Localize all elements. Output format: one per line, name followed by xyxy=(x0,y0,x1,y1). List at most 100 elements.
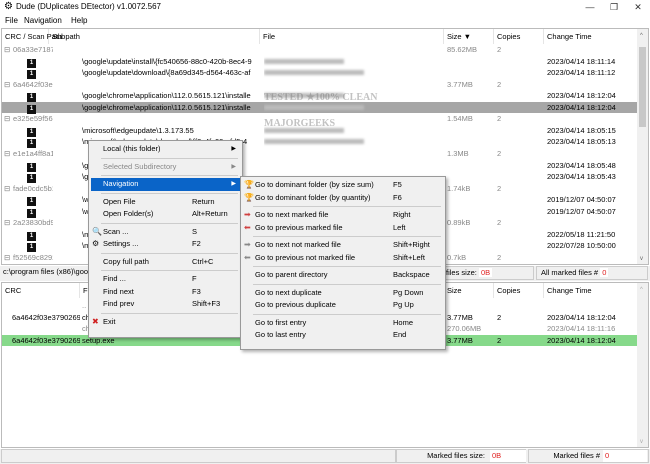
menu-item-go-to-dominant-folder-by-size-sum[interactable]: 🏆 Go to dominant folder (by size sum) F5 xyxy=(243,179,443,192)
menu-item-shortcut: F5 xyxy=(393,180,402,189)
menu-item-go-to-previous-marked-file[interactable]: ⬅ Go to previous marked file Left xyxy=(243,222,443,235)
menu-item-shortcut: Shift+Right xyxy=(393,240,430,249)
menu-item-label: Open File xyxy=(103,196,136,206)
marked-count-label: Marked files # xyxy=(553,451,600,460)
menu-item-go-to-previous-not-marked-file[interactable]: ⬅ Go to previous not marked file Shift+Lef… xyxy=(243,252,443,265)
menu-item-go-to-next-not-marked-file[interactable]: ➡ Go to next not marked file Shift+Right xyxy=(243,239,443,252)
marked-size-value: 0B xyxy=(478,268,493,277)
menu-item-shortcut: Left xyxy=(393,222,406,232)
group-crc: e325e59f569ba97c9c xyxy=(13,114,53,124)
menu-item-go-to-last-entry[interactable]: Go to last entry End xyxy=(243,329,443,342)
col-copies[interactable]: Copies xyxy=(494,29,544,44)
menu-item-shortcut: Right xyxy=(393,210,411,219)
menu-item-navigation[interactable]: Navigation ▶ xyxy=(91,178,240,191)
vertical-scrollbar[interactable]: ^ v xyxy=(637,29,648,264)
group-copies: 2 xyxy=(497,114,502,124)
menu-item-settings[interactable]: ⚙ Settings ... F2 xyxy=(91,238,240,251)
group-row[interactable]: ⊟06a33e7187ce1d3b8 85.62MB 2 xyxy=(2,44,639,56)
copies: 2 xyxy=(497,335,502,345)
menu-separator xyxy=(101,312,238,314)
menu-separator xyxy=(101,157,238,159)
menu-item-shortcut: F2 xyxy=(192,239,201,248)
col-crc-scan-path[interactable]: CRC / Scan Path xyxy=(2,29,62,44)
menu-item-open-file[interactable]: Open File Return xyxy=(91,196,240,209)
menu-item-find-next[interactable]: Find next F3 xyxy=(91,286,240,299)
change-time: 2023/04/14 18:12:04 xyxy=(547,102,616,112)
col-subpath[interactable]: Subpath xyxy=(49,29,260,44)
menu-item-find-prev[interactable]: Find prev Shift+F3 xyxy=(91,298,240,311)
scroll-down-icon[interactable]: v xyxy=(640,256,643,262)
marker-badge-icon: 1 xyxy=(27,125,39,137)
vertical-scrollbar[interactable]: ^ v xyxy=(637,283,648,447)
menu-item-label: Open Folder(s) xyxy=(103,209,154,218)
marked-count-label: All marked files # xyxy=(541,268,599,277)
menu-item-label: Go to next marked file xyxy=(255,210,329,219)
close-button[interactable]: ✕ xyxy=(626,0,650,14)
change-time: 2023/04/14 18:05:15 xyxy=(547,125,616,135)
minimize-button[interactable]: — xyxy=(578,0,602,14)
grey-arrow-right-icon: ➡ xyxy=(244,240,251,249)
menu-item-label: Go to dominant folder (by quantity) xyxy=(255,192,371,202)
col-change-time[interactable]: Change Time xyxy=(544,283,639,298)
maximize-button[interactable]: ❐ xyxy=(602,0,626,14)
group-size: 1.3MB xyxy=(447,148,469,158)
menu-item-label: Local (this folder) xyxy=(103,144,161,153)
size: 3.77MB xyxy=(447,335,473,345)
watermark-logo: TESTED ★100% CLEAN MAJORGEEKS xyxy=(264,92,378,129)
marker-badge-icon: 1 xyxy=(27,194,39,207)
group-row[interactable]: ⊟6a4642f03e37902691 3.77MB 2 xyxy=(2,79,639,91)
scroll-up-icon[interactable]: ^ xyxy=(640,33,643,39)
menu-item-shortcut: Backspace xyxy=(393,270,430,279)
menu-item-label: Go to previous marked file xyxy=(255,222,343,232)
menu-item-shortcut: End xyxy=(393,330,407,339)
menu-item-go-to-next-marked-file[interactable]: ➡ Go to next marked file Right xyxy=(243,209,443,222)
menu-item-label: Exit xyxy=(103,316,116,326)
change-time: 2023/04/14 18:11:16 xyxy=(547,324,616,334)
menu-item-go-to-previous-duplicate[interactable]: Go to previous duplicate Pg Up xyxy=(243,299,443,312)
menu-item-go-to-dominant-folder-by-quantity[interactable]: 🏆 Go to dominant folder (by quantity) F6 xyxy=(243,192,443,205)
scroll-up-icon[interactable]: ^ xyxy=(640,287,643,293)
col-size[interactable]: Size ▼ xyxy=(444,29,494,44)
marked-size-value: 0B xyxy=(490,450,526,462)
menu-bar: File Navigation Help xyxy=(0,14,650,28)
menu-item-shortcut: Home xyxy=(393,317,414,327)
menu-item-go-to-parent-directory[interactable]: Go to parent directory Backspace xyxy=(243,269,443,282)
trophy-icon: 🏆 xyxy=(244,180,254,189)
menu-help[interactable]: Help xyxy=(71,16,87,25)
blurred-filename xyxy=(264,56,439,68)
scrollbar-thumb[interactable] xyxy=(639,47,646,127)
file-row[interactable]: 1 \google\update\install\{fc540656-88c0-4… xyxy=(2,56,639,68)
menu-separator xyxy=(253,206,441,207)
menu-file[interactable]: File xyxy=(5,16,18,25)
menu-item-exit[interactable]: ✖ Exit xyxy=(91,316,240,329)
col-file[interactable]: File xyxy=(260,29,444,44)
menu-item-open-folder-s[interactable]: Open Folder(s) Alt+Return xyxy=(91,208,240,221)
size: 270.06MB xyxy=(447,324,482,334)
group-copies: 2 xyxy=(497,45,502,54)
copies: 2 xyxy=(497,312,502,322)
marker-badge-icon: 1 xyxy=(27,160,39,172)
group-size: 1.74kB xyxy=(447,183,471,193)
col-crc[interactable]: CRC xyxy=(2,283,80,298)
col-copies[interactable]: Copies xyxy=(494,283,544,298)
menu-separator xyxy=(253,266,441,267)
app-icon: ⚙ xyxy=(4,1,13,12)
menu-navigation[interactable]: Navigation xyxy=(24,16,62,25)
col-size[interactable]: Size xyxy=(444,283,494,298)
file-row[interactable]: 1 \google\update\download\{8a69d345-d564-… xyxy=(2,67,639,80)
menu-item-go-to-next-duplicate[interactable]: Go to next duplicate Pg Down xyxy=(243,287,443,300)
col-change-time[interactable]: Change Time xyxy=(544,29,639,44)
menu-item-scan[interactable]: 🔍 Scan ... S xyxy=(91,226,240,239)
group-size: 0.7kB xyxy=(447,252,467,262)
collapse-icon: ⊟ xyxy=(4,114,11,124)
menu-item-shortcut: F3 xyxy=(192,286,201,296)
menu-item-copy-full-path[interactable]: Copy full path Ctrl+C xyxy=(91,256,240,269)
menu-item-label: Go to parent directory xyxy=(255,270,328,279)
blurred-text xyxy=(264,70,364,76)
menu-item-local-this-folder[interactable]: Local (this folder) ▶ xyxy=(91,143,240,156)
menu-item-find[interactable]: Find ... F xyxy=(91,273,240,286)
collapse-icon: ⊟ xyxy=(4,79,11,89)
menu-item-go-to-first-entry[interactable]: Go to first entry Home xyxy=(243,317,443,330)
scroll-down-icon[interactable]: v xyxy=(640,439,643,445)
menu-item-shortcut: Alt+Return xyxy=(192,209,228,218)
